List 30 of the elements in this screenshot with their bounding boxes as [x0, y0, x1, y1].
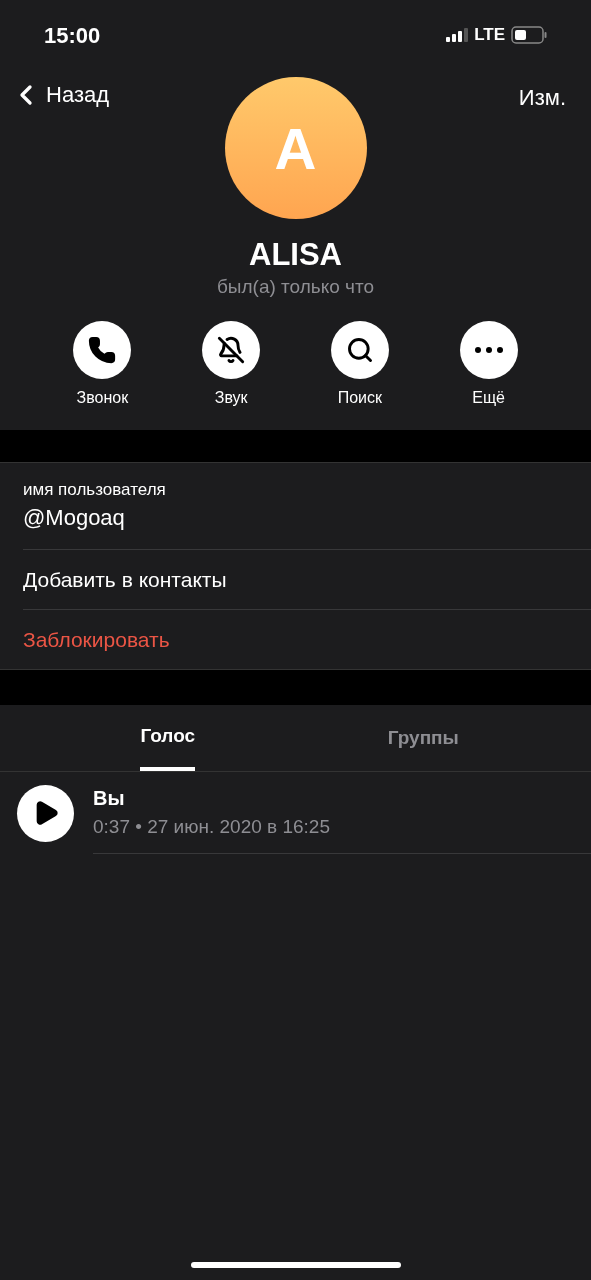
- more-button[interactable]: [459, 321, 518, 379]
- sender-name: Вы: [93, 786, 126, 812]
- search-icon: [345, 336, 374, 364]
- battery-icon: [511, 26, 547, 44]
- play-button[interactable]: [17, 784, 74, 842]
- mute-button[interactable]: [202, 321, 261, 379]
- action-label: Ещё: [472, 388, 505, 408]
- tab[interactable]: Группы: [295, 705, 551, 771]
- avatar: A: [224, 77, 367, 219]
- action-label: Поиск: [337, 388, 383, 408]
- search-button[interactable]: [330, 321, 389, 379]
- action-label: Звук: [214, 388, 248, 408]
- tab[interactable]: Голос: [40, 705, 296, 771]
- status-time: 15:00: [44, 21, 101, 50]
- back-button[interactable]: Назад: [10, 78, 110, 111]
- phone-icon: [88, 336, 117, 364]
- muted-bell-icon: [217, 336, 246, 364]
- edit-button[interactable]: Изм.: [518, 81, 566, 114]
- signal-icon: [446, 28, 469, 42]
- username-value[interactable]: @Mogoaq: [23, 503, 591, 533]
- network-label: LTE: [474, 24, 505, 47]
- add-contact-button[interactable]: Добавить в контакты: [23, 550, 591, 609]
- action-label: Звонок: [76, 388, 129, 408]
- more-icon: [474, 347, 503, 353]
- message-meta: 0:37 • 27 июн. 2020 в 16:25: [93, 815, 331, 840]
- block-button[interactable]: Заблокировать: [23, 610, 591, 669]
- field-label: имя пользователя: [23, 479, 167, 501]
- contact-name: ALISA: [249, 236, 342, 274]
- call-button[interactable]: [73, 321, 132, 379]
- last-seen-status: был(а) только что: [216, 275, 375, 299]
